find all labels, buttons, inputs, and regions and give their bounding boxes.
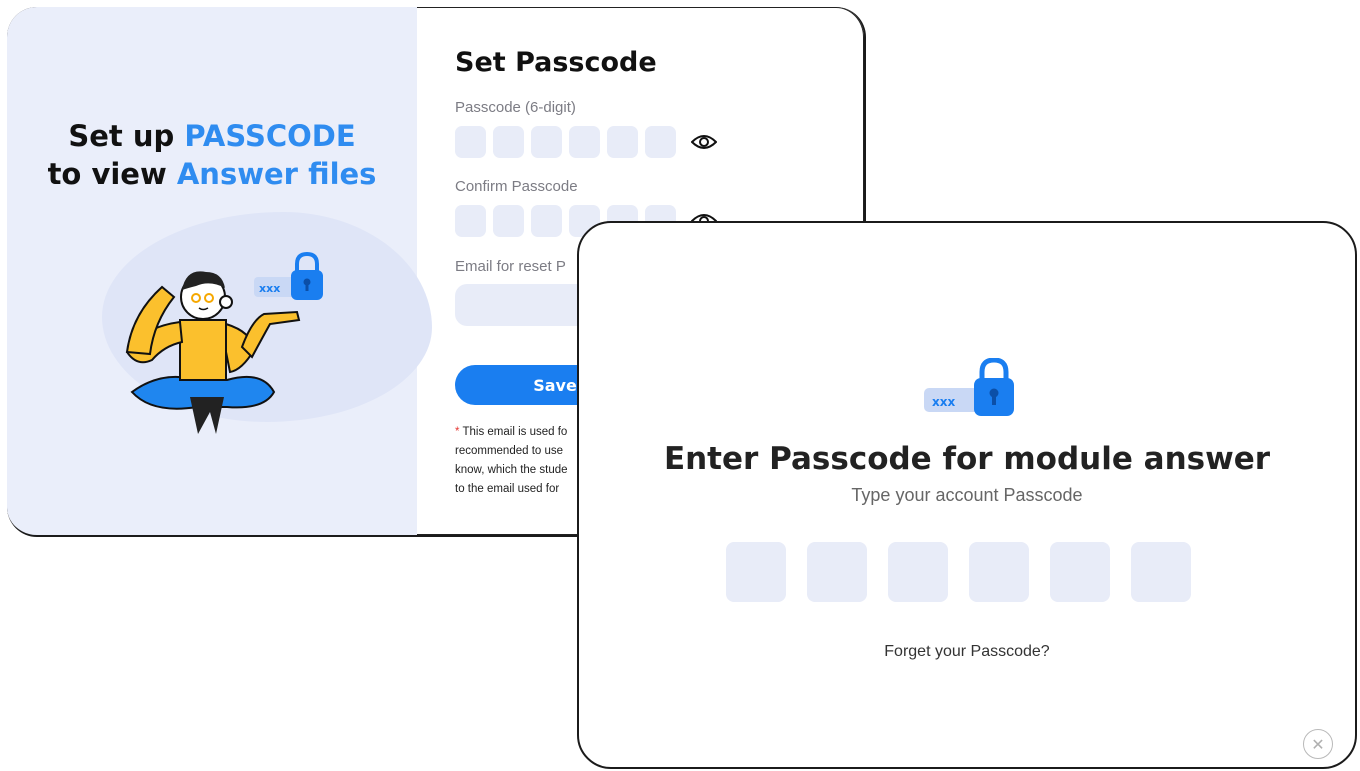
passcode-entry-digit-6[interactable]: [1131, 542, 1191, 602]
passcode-digit-3[interactable]: [531, 126, 562, 158]
passcode-digit-1[interactable]: [455, 126, 486, 158]
eye-icon[interactable]: [691, 132, 717, 152]
confirm-passcode-label: Confirm Passcode: [455, 178, 578, 195]
passcode-digit-4[interactable]: [569, 126, 600, 158]
note-line: This email is used fo: [459, 426, 568, 438]
confirm-digit-1[interactable]: [455, 205, 486, 237]
form-title: Set Passcode: [455, 47, 657, 78]
passcode-entry-digit-1[interactable]: [726, 542, 786, 602]
passcode-input-group: [455, 126, 717, 158]
modal-title: Enter Passcode for module answer: [663, 441, 1271, 477]
badge-text: xxx: [932, 395, 955, 409]
lock-icon: xxx: [924, 358, 1014, 416]
email-reset-label: Email for reset P: [455, 258, 566, 275]
passcode-entry-digit-5[interactable]: [1050, 542, 1110, 602]
promo-heading: Set up PASSCODE to view Answer files: [7, 117, 417, 193]
close-icon[interactable]: ✕: [1303, 729, 1333, 759]
passcode-entry-group: [726, 542, 1191, 602]
passcode-label: Passcode (6-digit): [455, 99, 576, 116]
passcode-digit-6[interactable]: [645, 126, 676, 158]
confirm-digit-3[interactable]: [531, 205, 562, 237]
promo-text: Set up: [68, 119, 185, 153]
passcode-digit-5[interactable]: [607, 126, 638, 158]
promo-panel: Set up PASSCODE to view Answer files xxx: [7, 7, 432, 535]
passcode-entry-digit-2[interactable]: [807, 542, 867, 602]
enter-passcode-modal: xxx Enter Passcode for module answer Typ…: [577, 221, 1357, 769]
promo-highlight-answer-files: Answer files: [176, 157, 377, 191]
forgot-passcode-link[interactable]: Forget your Passcode?: [579, 643, 1355, 661]
passcode-entry-digit-4[interactable]: [969, 542, 1029, 602]
passcode-entry-digit-3[interactable]: [888, 542, 948, 602]
confirm-digit-2[interactable]: [493, 205, 524, 237]
person-with-lock-illustration: xxx: [125, 251, 323, 434]
promo-text: to view: [47, 157, 177, 191]
passcode-digit-2[interactable]: [493, 126, 524, 158]
modal-subtitle: Type your account Passcode: [851, 485, 1083, 505]
badge-text: xxx: [259, 282, 280, 295]
promo-highlight-passcode: PASSCODE: [184, 119, 356, 153]
